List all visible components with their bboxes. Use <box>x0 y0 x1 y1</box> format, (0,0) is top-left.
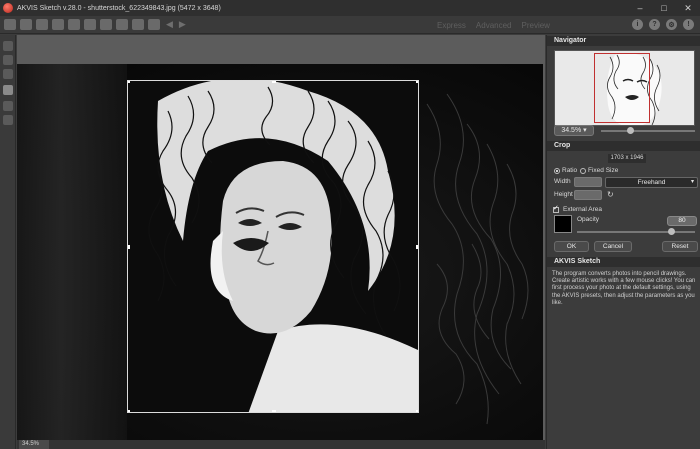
external-area-checkbox[interactable] <box>553 204 559 213</box>
status-bar: 34.5% <box>17 440 545 449</box>
help-icon[interactable]: ? <box>649 19 660 30</box>
opacity-label: Opacity <box>577 216 600 223</box>
maximize-button[interactable]: □ <box>652 0 676 16</box>
ratio-label: Ratio <box>562 167 578 174</box>
height-label: Height <box>554 191 573 198</box>
zoom-value: 34.5% <box>561 127 582 134</box>
save-icon[interactable] <box>36 19 48 30</box>
crop-dimensions: 1703 x 1946 <box>608 154 646 163</box>
width-field[interactable] <box>574 177 602 187</box>
width-label: Width <box>554 178 571 185</box>
open-icon[interactable] <box>20 19 32 30</box>
cancel-button[interactable]: Cancel <box>594 241 632 252</box>
crop-handle-tr[interactable] <box>416 81 418 83</box>
crop-frame[interactable] <box>127 80 419 413</box>
crop-header[interactable]: Crop <box>547 141 700 151</box>
zoom-slider-track[interactable] <box>601 130 695 132</box>
zoom-icon[interactable] <box>3 115 13 125</box>
crop-icon[interactable] <box>3 85 13 95</box>
app-logo-icon <box>3 3 13 13</box>
navigator-thumbnail[interactable] <box>554 50 695 126</box>
notification-icon[interactable]: ! <box>683 19 694 30</box>
tab-advanced[interactable]: Advanced <box>476 21 512 30</box>
smudge-icon[interactable] <box>3 69 13 79</box>
navigator-viewport[interactable] <box>594 53 650 123</box>
ok-button[interactable]: OK <box>554 241 589 252</box>
external-area-color-swatch[interactable] <box>554 215 572 233</box>
presets-icon[interactable] <box>100 19 112 30</box>
batch-icon[interactable] <box>84 19 96 30</box>
run-icon[interactable] <box>148 19 160 30</box>
crop-mode-dropdown[interactable]: Freehand ▾ <box>605 177 698 188</box>
crop-handle-bottom[interactable] <box>272 410 276 412</box>
opacity-slider-track[interactable] <box>577 231 695 233</box>
crop-mode-value: Freehand <box>637 179 666 186</box>
close-button[interactable]: ✕ <box>676 0 700 16</box>
crop-handle-right[interactable] <box>416 245 418 249</box>
hand-icon[interactable] <box>3 101 13 111</box>
external-area-label: External Area <box>563 206 603 213</box>
settings-icon[interactable]: ⚙ <box>666 19 677 30</box>
ratio-radio[interactable] <box>554 168 560 174</box>
crop-handle-tl[interactable] <box>128 81 130 83</box>
print-icon[interactable] <box>52 19 64 30</box>
chevron-down-icon: ▾ <box>690 179 694 185</box>
redo-icon[interactable]: ▶ <box>179 19 186 30</box>
zoom-dropdown[interactable]: 34.5% ▾ <box>554 125 594 136</box>
crop-handle-bl[interactable] <box>128 410 130 412</box>
info-icon[interactable]: i <box>632 19 643 30</box>
portrait-sketch <box>128 81 418 412</box>
toolbar-right-icons: i ? ⚙ ! <box>632 19 694 30</box>
zoom-slider-handle[interactable] <box>627 127 634 134</box>
main-toolbar: ◀ ▶ Express Advanced Preview i ? ⚙ ! <box>0 16 700 34</box>
tools-sidebar <box>0 35 16 449</box>
tab-express[interactable]: Express <box>437 21 466 30</box>
share-icon[interactable] <box>68 19 80 30</box>
undo-icon[interactable]: ◀ <box>166 19 173 30</box>
opacity-slider-handle[interactable] <box>668 228 675 235</box>
sketch-image <box>17 64 543 448</box>
new-icon[interactable] <box>4 19 16 30</box>
minimize-button[interactable]: – <box>628 0 652 16</box>
eraser-icon[interactable] <box>3 55 13 65</box>
title-bar: AKVIS Sketch v.28.0 - shutterstock_62234… <box>0 0 700 16</box>
fixed-size-radio[interactable] <box>580 168 586 174</box>
status-zoom: 34.5% <box>19 440 49 449</box>
mode-tabs: Express Advanced Preview <box>437 16 550 34</box>
settings-panel-icon[interactable] <box>132 19 144 30</box>
fixed-size-label: Fixed Size <box>588 167 619 174</box>
crop-handle-top[interactable] <box>272 81 276 83</box>
settings-panel: Navigator 34.5% ▾ Crop 1703 x 1946 Ratio… <box>546 35 700 449</box>
image-canvas[interactable] <box>17 35 545 448</box>
crop-handle-left[interactable] <box>128 245 130 249</box>
crop-handle-br[interactable] <box>416 410 418 412</box>
help-header: AKVIS Sketch <box>547 257 700 267</box>
opacity-value[interactable]: 80 <box>667 216 697 226</box>
help-text: The program converts photos into pencil … <box>552 271 696 306</box>
reset-button[interactable]: Reset <box>662 241 698 252</box>
brush-icon[interactable] <box>3 41 13 51</box>
window-controls: – □ ✕ <box>628 0 700 16</box>
height-field[interactable] <box>574 190 602 200</box>
tab-preview[interactable]: Preview <box>522 21 550 30</box>
navigator-header[interactable]: Navigator <box>547 36 700 46</box>
window-title: AKVIS Sketch v.28.0 - shutterstock_62234… <box>17 4 221 12</box>
rotate-icon[interactable]: ↻ <box>607 190 614 199</box>
canvas-icon[interactable] <box>116 19 128 30</box>
